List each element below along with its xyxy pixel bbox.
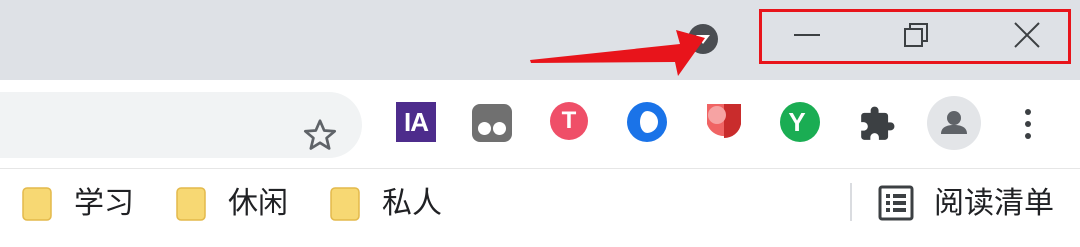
y-extension-icon[interactable]: Y bbox=[780, 102, 820, 142]
bookmarks-bar: 学习 休闲 私人 阅读清单 bbox=[0, 168, 1080, 247]
y-extension-glyph: Y bbox=[788, 107, 806, 137]
bookmark-folder-study[interactable]: 学习 bbox=[22, 183, 142, 223]
folder-icon bbox=[330, 187, 360, 221]
reading-list-label: 阅读清单 bbox=[934, 187, 1054, 220]
reading-list-button[interactable]: 阅读清单 bbox=[878, 183, 1068, 223]
t-extension-glyph: T bbox=[561, 107, 577, 134]
bookmark-label: 私人 bbox=[382, 187, 442, 220]
bird-extension-icon[interactable] bbox=[627, 102, 667, 142]
bookmarks-divider bbox=[850, 183, 852, 221]
bookmark-star-icon[interactable] bbox=[302, 117, 338, 153]
address-bar[interactable] bbox=[0, 92, 362, 158]
reading-list-icon bbox=[878, 185, 914, 221]
pie-extension-icon[interactable] bbox=[703, 100, 745, 144]
extensions-puzzle-icon[interactable] bbox=[858, 104, 896, 144]
bookmark-folder-leisure[interactable]: 休闲 bbox=[176, 183, 296, 223]
bookmark-label: 休闲 bbox=[228, 187, 288, 220]
more-vert-icon[interactable] bbox=[1016, 104, 1040, 144]
ia-extension-icon[interactable]: IA bbox=[396, 102, 436, 142]
profile-avatar[interactable] bbox=[927, 96, 981, 150]
bookmark-label: 学习 bbox=[74, 187, 134, 220]
folder-icon bbox=[176, 187, 206, 221]
tampermonkey-extension-icon[interactable] bbox=[472, 104, 512, 142]
folder-icon bbox=[22, 187, 52, 221]
person-icon bbox=[941, 111, 967, 134]
t-extension-icon[interactable]: T bbox=[550, 102, 588, 140]
toolbar: IA T Y 新 bbox=[0, 80, 1080, 240]
bookmark-folder-private[interactable]: 私人 bbox=[330, 183, 450, 223]
